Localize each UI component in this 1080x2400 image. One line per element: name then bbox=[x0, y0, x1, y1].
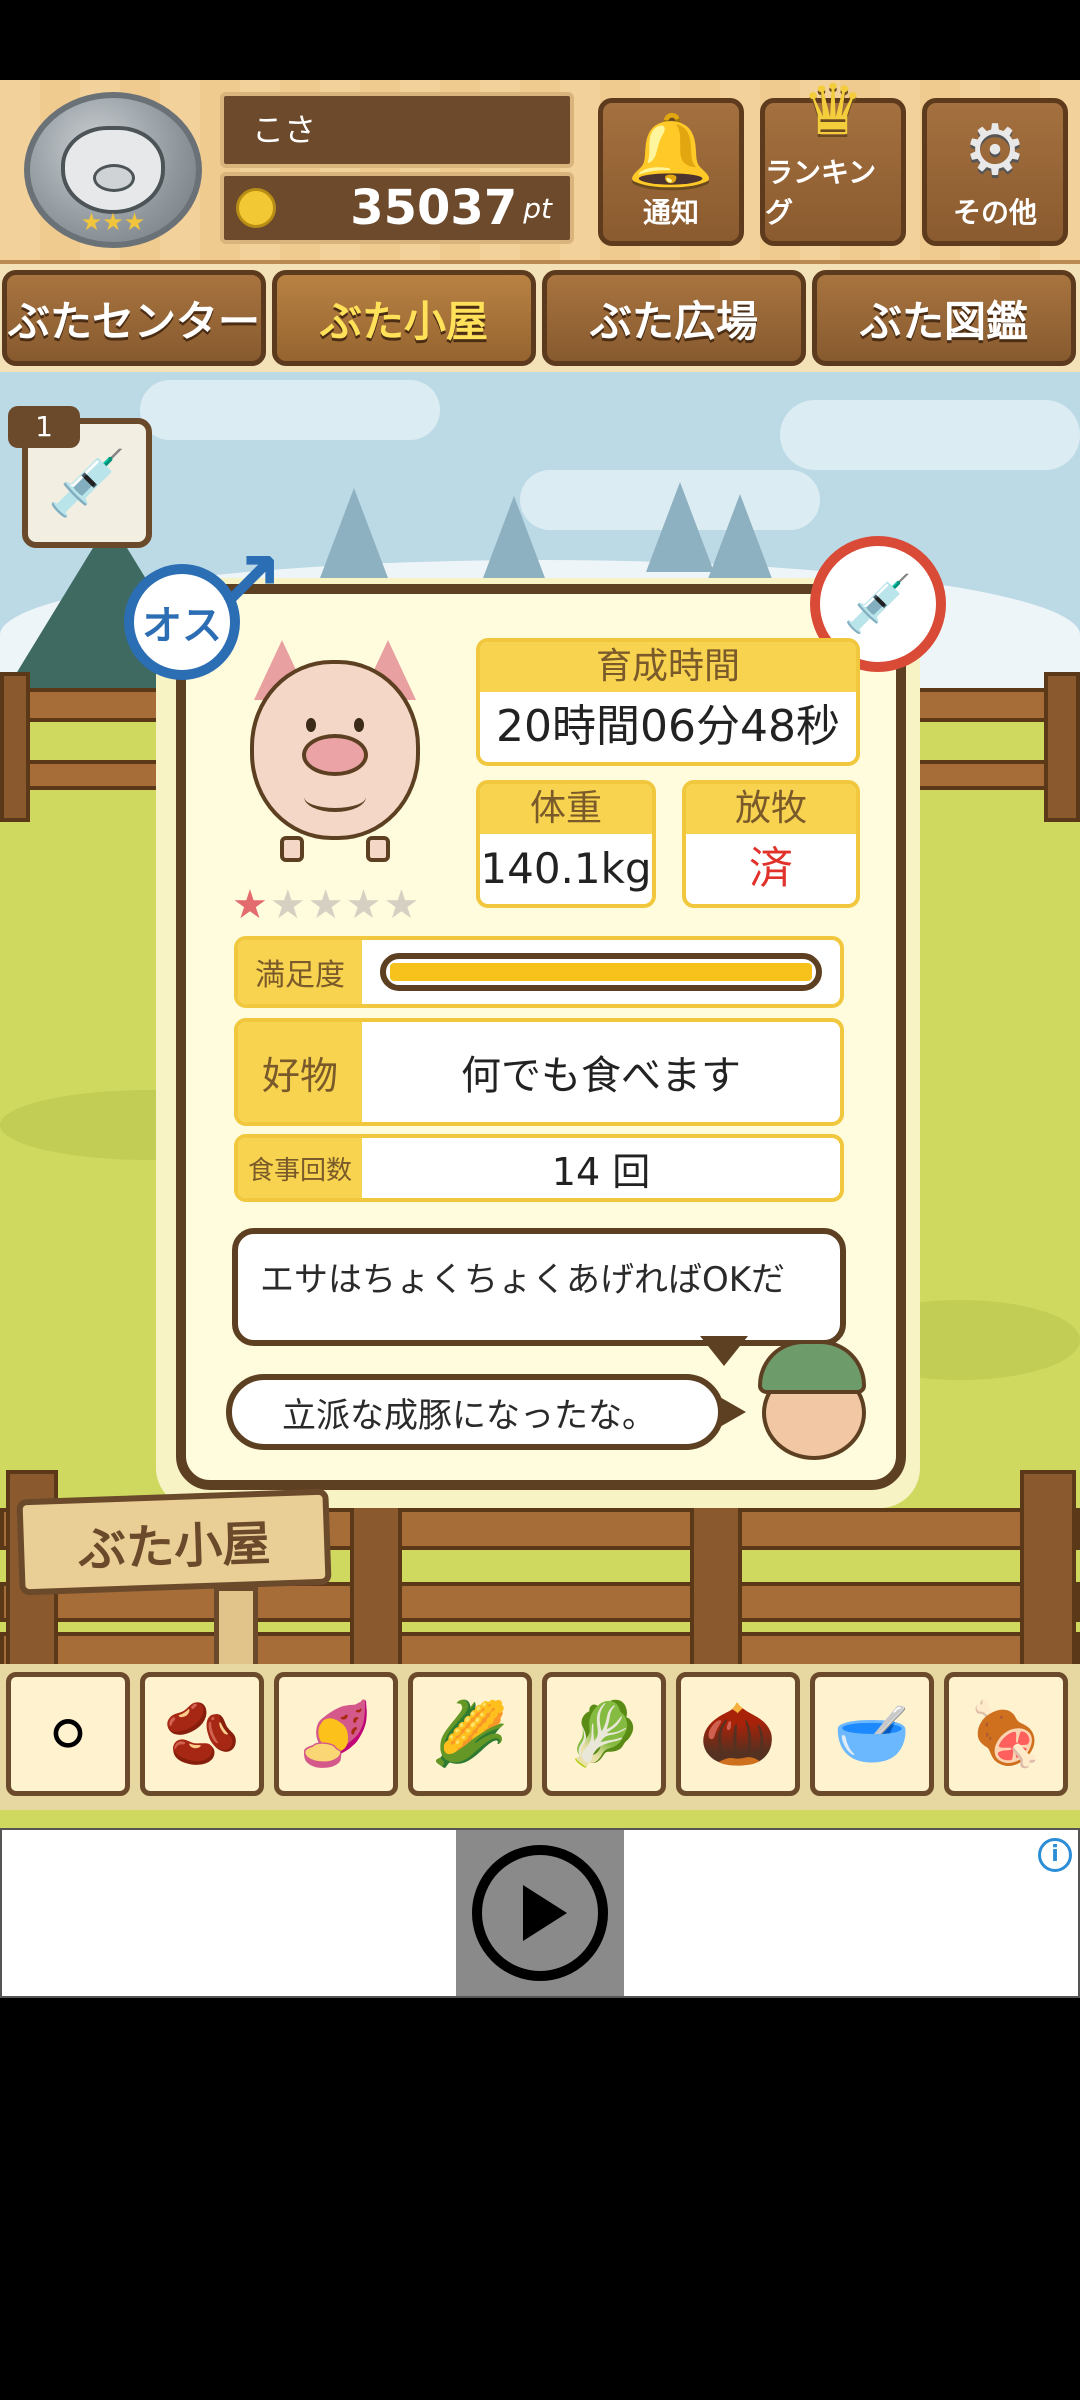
advice-speech-bubble: エサはちょくちょくあげればOKだ bbox=[232, 1228, 846, 1346]
grazing-value: 済 bbox=[749, 843, 793, 894]
meal-count-row: 食事回数 14 回 bbox=[234, 1134, 844, 1202]
pig-portrait bbox=[250, 640, 420, 862]
speech-tail bbox=[700, 1336, 748, 1366]
player-avatar[interactable]: ★★★ bbox=[24, 92, 202, 248]
ad-info-icon[interactable]: i bbox=[1038, 1838, 1072, 1872]
tab-buta-hiroba[interactable]: ぶた広場 bbox=[542, 270, 806, 366]
points-value: 35037 bbox=[350, 180, 518, 236]
grazing-label: 放牧 bbox=[686, 784, 856, 834]
farmer-avatar bbox=[754, 1340, 874, 1460]
growth-time-value: 20時間06分48秒 bbox=[496, 701, 840, 752]
star-empty-icon: ★ bbox=[383, 882, 422, 928]
tree-icon bbox=[646, 482, 714, 572]
growth-time-stat: 育成時間 20時間06分48秒 bbox=[476, 638, 860, 766]
food-slot-5[interactable]: 🥬 bbox=[542, 1672, 666, 1796]
sign-post bbox=[214, 1586, 258, 1676]
crown-icon: ♛ bbox=[801, 69, 865, 151]
male-arrow-icon: ↗ bbox=[212, 533, 285, 633]
star-empty-icon: ★ bbox=[307, 882, 346, 928]
favorite-food-row: 好物 何でも食べます bbox=[234, 1018, 844, 1126]
syringe-icon: 💉 bbox=[47, 446, 127, 521]
tree-icon bbox=[706, 494, 774, 584]
food-slot-4[interactable]: 🌽 bbox=[408, 1672, 532, 1796]
player-name: こさ bbox=[220, 92, 574, 168]
pig-eye bbox=[306, 718, 316, 732]
play-icon bbox=[472, 1845, 608, 1981]
tree-icon bbox=[480, 496, 548, 586]
tree-icon bbox=[320, 488, 388, 578]
fence-post bbox=[1020, 1470, 1076, 1670]
beans-icon: 🫘 bbox=[163, 1697, 241, 1770]
meal-count-label: 食事回数 bbox=[238, 1138, 362, 1198]
fence-post bbox=[0, 672, 30, 822]
greens-icon: 🥬 bbox=[565, 1697, 643, 1770]
pig-mouth bbox=[304, 782, 366, 812]
pig-rating: ★★★★★ bbox=[232, 882, 421, 928]
corn-icon: 🌽 bbox=[431, 1697, 509, 1770]
rank-stars-icon: ★★★ bbox=[80, 208, 146, 236]
cloud bbox=[780, 400, 1080, 470]
food-slot-8[interactable]: 🍖 bbox=[944, 1672, 1068, 1796]
fence-rail bbox=[0, 1632, 1080, 1668]
satisfaction-row: 満足度 bbox=[234, 936, 844, 1008]
ranking-label: ランキング bbox=[765, 156, 877, 229]
other-button[interactable]: ⚙ その他 bbox=[922, 98, 1068, 246]
coin-icon bbox=[236, 188, 276, 228]
sweet-potato-icon: 🍠 bbox=[297, 1697, 375, 1770]
pig-eye bbox=[354, 718, 364, 732]
satisfaction-label: 満足度 bbox=[238, 940, 362, 1004]
grain-pile-icon: ⚪ bbox=[42, 1697, 94, 1771]
food-slot-2[interactable]: 🫘 bbox=[140, 1672, 264, 1796]
tab-buta-goya[interactable]: ぶた小屋 bbox=[272, 270, 536, 366]
pig-leg bbox=[280, 836, 304, 862]
weight-stat: 体重 140.1kg bbox=[476, 780, 656, 908]
other-label: その他 bbox=[952, 196, 1037, 229]
ad-play-button[interactable] bbox=[456, 1830, 624, 1996]
ranking-button[interactable]: ♛ ランキング bbox=[760, 75, 906, 246]
food-slot-1[interactable]: ⚪ bbox=[6, 1672, 130, 1796]
points-unit: pt bbox=[523, 191, 552, 225]
sex-label: オス bbox=[142, 603, 222, 649]
bell-icon: 🔔 bbox=[627, 109, 715, 191]
grazing-stat: 放牧 済 bbox=[682, 780, 860, 908]
cloud bbox=[140, 380, 440, 440]
food-slot-3[interactable]: 🍠 bbox=[274, 1672, 398, 1796]
tab-buta-center[interactable]: ぶたセンター bbox=[2, 270, 266, 366]
syringe-count: 1 bbox=[8, 406, 80, 448]
meal-count-value: 14 回 bbox=[551, 1149, 651, 1194]
satisfaction-bar-fill bbox=[390, 963, 812, 981]
food-slot-7[interactable]: 🥣 bbox=[810, 1672, 934, 1796]
tab-buta-zukan[interactable]: ぶた図鑑 bbox=[812, 270, 1076, 366]
pig-avatar-icon bbox=[61, 126, 165, 214]
gear-icon: ⚙ bbox=[963, 109, 1027, 191]
star-empty-icon: ★ bbox=[345, 882, 384, 928]
favorite-value: 何でも食べます bbox=[461, 1053, 741, 1099]
feed-bowl-icon: 🥣 bbox=[833, 1697, 911, 1770]
location-signboard: ぶた小屋 bbox=[16, 1488, 332, 1596]
satisfaction-bar bbox=[380, 953, 822, 991]
speech-tail bbox=[718, 1396, 746, 1428]
star-empty-icon: ★ bbox=[269, 882, 308, 928]
comment-speech-bubble: 立派な成豚になったな。 bbox=[226, 1374, 724, 1450]
weight-label: 体重 bbox=[480, 784, 652, 834]
star-filled-icon: ★ bbox=[232, 882, 270, 928]
food-slot-6[interactable]: 🌰 bbox=[676, 1672, 800, 1796]
notification-label: 通知 bbox=[642, 196, 699, 229]
pig-leg bbox=[366, 836, 390, 862]
acorn-icon: 🌰 bbox=[699, 1697, 777, 1770]
meat-plate-icon: 🍖 bbox=[967, 1697, 1045, 1770]
notification-button[interactable]: 🔔 通知 bbox=[598, 98, 744, 246]
favorite-label: 好物 bbox=[238, 1022, 362, 1122]
farmer-cap-icon bbox=[758, 1340, 866, 1394]
pig-snout bbox=[302, 734, 368, 776]
fence-post bbox=[1044, 672, 1080, 822]
weight-value: 140.1kg bbox=[480, 844, 652, 893]
growth-time-label: 育成時間 bbox=[480, 642, 856, 692]
